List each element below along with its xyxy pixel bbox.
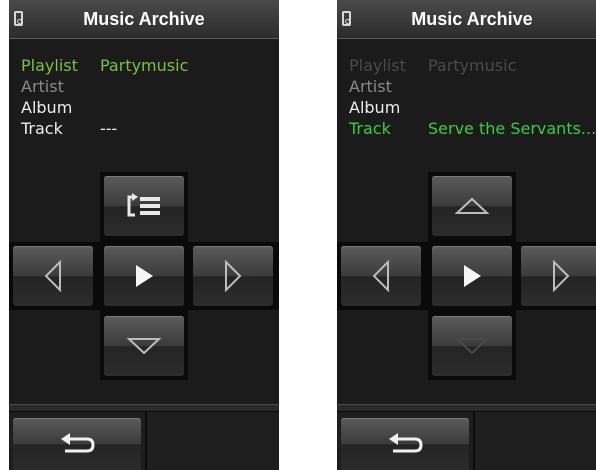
play-button[interactable] [432, 246, 512, 306]
playlist-mode-icon [127, 193, 160, 217]
album-label: Album [21, 98, 73, 117]
prev-arrow-icon [372, 260, 389, 292]
play-icon [136, 265, 153, 287]
next-button[interactable] [193, 246, 273, 306]
back-button[interactable] [341, 418, 469, 470]
playlist-mode-button[interactable] [104, 176, 184, 236]
playlist-value: Partymusic [100, 56, 189, 75]
play-icon [464, 265, 481, 287]
track-label: Track [21, 119, 63, 138]
track-label: Track [349, 119, 391, 138]
back-arrow-icon [389, 433, 423, 453]
previous-button[interactable] [341, 246, 421, 306]
artist-label: Artist [349, 77, 392, 96]
separator [9, 404, 279, 412]
playlist-label: Playlist [21, 56, 78, 75]
playlist-label: Playlist [349, 56, 406, 75]
down-button[interactable] [104, 316, 184, 376]
up-button[interactable] [432, 176, 512, 236]
next-arrow-icon [553, 260, 570, 292]
previous-button[interactable] [13, 246, 93, 306]
back-button[interactable] [13, 418, 141, 470]
up-arrow-icon [455, 197, 489, 214]
back-arrow-icon [61, 433, 95, 453]
music-archive-screen-1: Music Archive Playlist Partymusic Artist… [9, 0, 279, 470]
screen-title: Music Archive [83, 9, 205, 29]
down-arrow-icon [455, 338, 489, 355]
bottom-divider [145, 412, 147, 470]
artist-label: Artist [21, 77, 64, 96]
play-button[interactable] [104, 246, 184, 306]
next-arrow-icon [225, 260, 242, 292]
playlist-value: Partymusic [428, 56, 517, 75]
prev-arrow-icon [44, 260, 61, 292]
next-button[interactable] [521, 246, 596, 306]
track-value: Serve the Servants... [428, 119, 596, 138]
track-value: --- [100, 119, 118, 138]
bottom-divider [473, 412, 475, 470]
down-arrow-icon [127, 338, 161, 355]
album-label: Album [349, 98, 401, 117]
screen-title: Music Archive [411, 9, 533, 29]
separator [337, 404, 596, 412]
music-archive-screen-2: Music Archive Playlist Partymusic Artist… [337, 0, 596, 470]
title-bar: Music Archive [9, 0, 279, 39]
down-button[interactable] [432, 316, 512, 376]
title-bar: Music Archive [337, 0, 596, 39]
